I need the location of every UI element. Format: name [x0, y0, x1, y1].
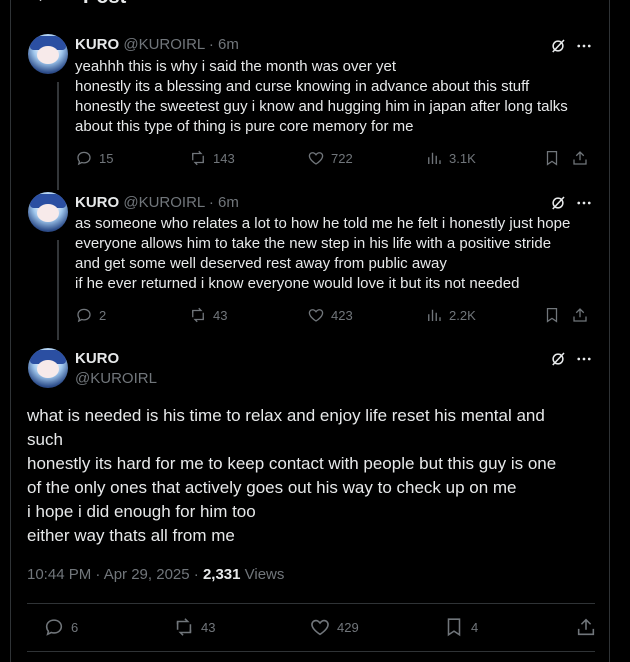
- views-icon: [428, 152, 441, 164]
- author-handle[interactable]: @KUROIRL: [123, 194, 204, 211]
- body-line: either way thats all from me: [27, 526, 235, 545]
- views-label: Views: [240, 566, 285, 583]
- post-actions: 6 43 429 4: [27, 616, 595, 638]
- post-meta: 10:44 PM · Apr 29, 2025 · 2,331 Views: [27, 566, 284, 583]
- like-count: 423: [331, 307, 353, 323]
- page-title: Post: [83, 0, 126, 9]
- grok-icon[interactable]: [549, 350, 567, 368]
- reply-count: 2: [99, 307, 107, 323]
- top-bar: Post: [11, 0, 609, 14]
- more-options-icon[interactable]: [575, 350, 593, 368]
- repost-button[interactable]: 43: [173, 616, 215, 638]
- avatar[interactable]: [28, 192, 68, 232]
- thread-connector: [57, 240, 59, 340]
- body-line: honestly its a blessing and curse knowin…: [75, 78, 530, 95]
- body-line: of the only ones that actively goes out …: [27, 478, 517, 497]
- post-column: Post KURO @KUROIRL · 6m yeahhh this is w…: [10, 0, 610, 662]
- share-icon: [577, 618, 595, 636]
- share-button[interactable]: [571, 149, 589, 167]
- bookmark-button[interactable]: [543, 149, 561, 167]
- reply-body: as someone who relates a lot to how he t…: [75, 214, 595, 294]
- reply-icon: [77, 308, 91, 323]
- like-button[interactable]: 722: [307, 149, 353, 167]
- reply-button[interactable]: 15: [75, 149, 113, 167]
- author-handle[interactable]: @KUROIRL: [75, 370, 157, 387]
- post-time[interactable]: · 6m: [209, 194, 239, 211]
- author-name[interactable]: KURO: [75, 36, 119, 53]
- bookmark-button[interactable]: [543, 306, 561, 324]
- repost-count: 143: [213, 150, 235, 166]
- body-line: such: [27, 430, 63, 449]
- repost-icon: [192, 150, 204, 166]
- views-count: 2,331: [202, 566, 241, 583]
- more-options-icon[interactable]: [575, 194, 593, 212]
- author-name[interactable]: KURO: [75, 194, 119, 211]
- bookmark-icon: [546, 307, 558, 323]
- post-body: what is needed is his time to relax and …: [27, 404, 597, 548]
- post-timestamp[interactable]: 10:44 PM · Apr 29, 2025 ·: [27, 566, 203, 583]
- avatar[interactable]: [28, 348, 68, 388]
- reply-count: 15: [99, 150, 114, 166]
- more-options-icon[interactable]: [575, 37, 593, 55]
- repost-button[interactable]: 43: [189, 306, 227, 324]
- grok-icon[interactable]: [549, 194, 567, 212]
- view-count: 2.2K: [449, 307, 476, 323]
- reply-count: 6: [71, 619, 79, 635]
- reply-header: KURO @KUROIRL · 6m: [75, 36, 239, 53]
- body-line: everyone allows him to take the new step…: [75, 235, 552, 252]
- body-line: honestly the sweetest guy i know and hug…: [75, 98, 568, 115]
- body-line: and get some well deserved rest away fro…: [75, 255, 447, 272]
- repost-icon: [176, 618, 192, 636]
- repost-button[interactable]: 143: [189, 149, 235, 167]
- divider: [27, 603, 595, 604]
- share-icon: [573, 308, 587, 322]
- reply-body: yeahhh this is why i said the month was …: [75, 57, 595, 137]
- share-icon: [573, 151, 587, 165]
- divider: [27, 651, 595, 652]
- heart-icon: [311, 619, 329, 636]
- bookmark-button[interactable]: 4: [443, 616, 478, 638]
- body-line: as someone who relates a lot to how he t…: [75, 215, 571, 232]
- author-handle[interactable]: @KUROIRL: [123, 36, 204, 53]
- bookmark-icon: [447, 618, 461, 637]
- share-button[interactable]: [575, 616, 597, 638]
- reply-button[interactable]: 2: [75, 306, 106, 324]
- back-arrow-icon[interactable]: [33, 0, 49, 4]
- reply-actions: 15 143 722 3.1K: [75, 149, 595, 169]
- avatar[interactable]: [28, 34, 68, 74]
- like-button[interactable]: 429: [309, 616, 359, 638]
- bookmark-icon: [546, 150, 558, 166]
- views-icon: [428, 309, 441, 321]
- reply-header: KURO @KUROIRL · 6m: [75, 194, 239, 211]
- heart-icon: [308, 152, 324, 165]
- like-count: 429: [337, 619, 359, 635]
- views-button[interactable]: 3.1K: [425, 149, 476, 167]
- bookmark-count: 4: [471, 619, 479, 635]
- body-line: yeahhh this is why i said the month was …: [75, 58, 396, 75]
- post-time[interactable]: · 6m: [209, 36, 239, 53]
- heart-icon: [308, 309, 324, 322]
- views-button[interactable]: 2.2K: [425, 306, 476, 324]
- reply-button[interactable]: 6: [43, 616, 78, 638]
- like-count: 722: [331, 150, 353, 166]
- body-line: about this type of thing is pure core me…: [75, 118, 414, 135]
- body-line: what is needed is his time to relax and …: [27, 406, 545, 425]
- body-line: i hope i did enough for him too: [27, 502, 256, 521]
- like-button[interactable]: 423: [307, 306, 353, 324]
- share-button[interactable]: [571, 306, 589, 324]
- body-line: if he ever returned i know everyone woul…: [75, 275, 520, 292]
- reply-actions: 2 43 423 2.2K: [75, 306, 595, 326]
- reply-icon: [45, 619, 63, 636]
- author-name[interactable]: KURO: [75, 350, 119, 367]
- view-count: 3.1K: [449, 150, 476, 166]
- thread-connector: [57, 82, 59, 190]
- body-line: honestly its hard for me to keep contact…: [27, 454, 557, 473]
- repost-count: 43: [201, 619, 216, 635]
- grok-icon[interactable]: [549, 37, 567, 55]
- repost-count: 43: [213, 307, 228, 323]
- repost-icon: [192, 307, 204, 323]
- reply-icon: [77, 151, 91, 166]
